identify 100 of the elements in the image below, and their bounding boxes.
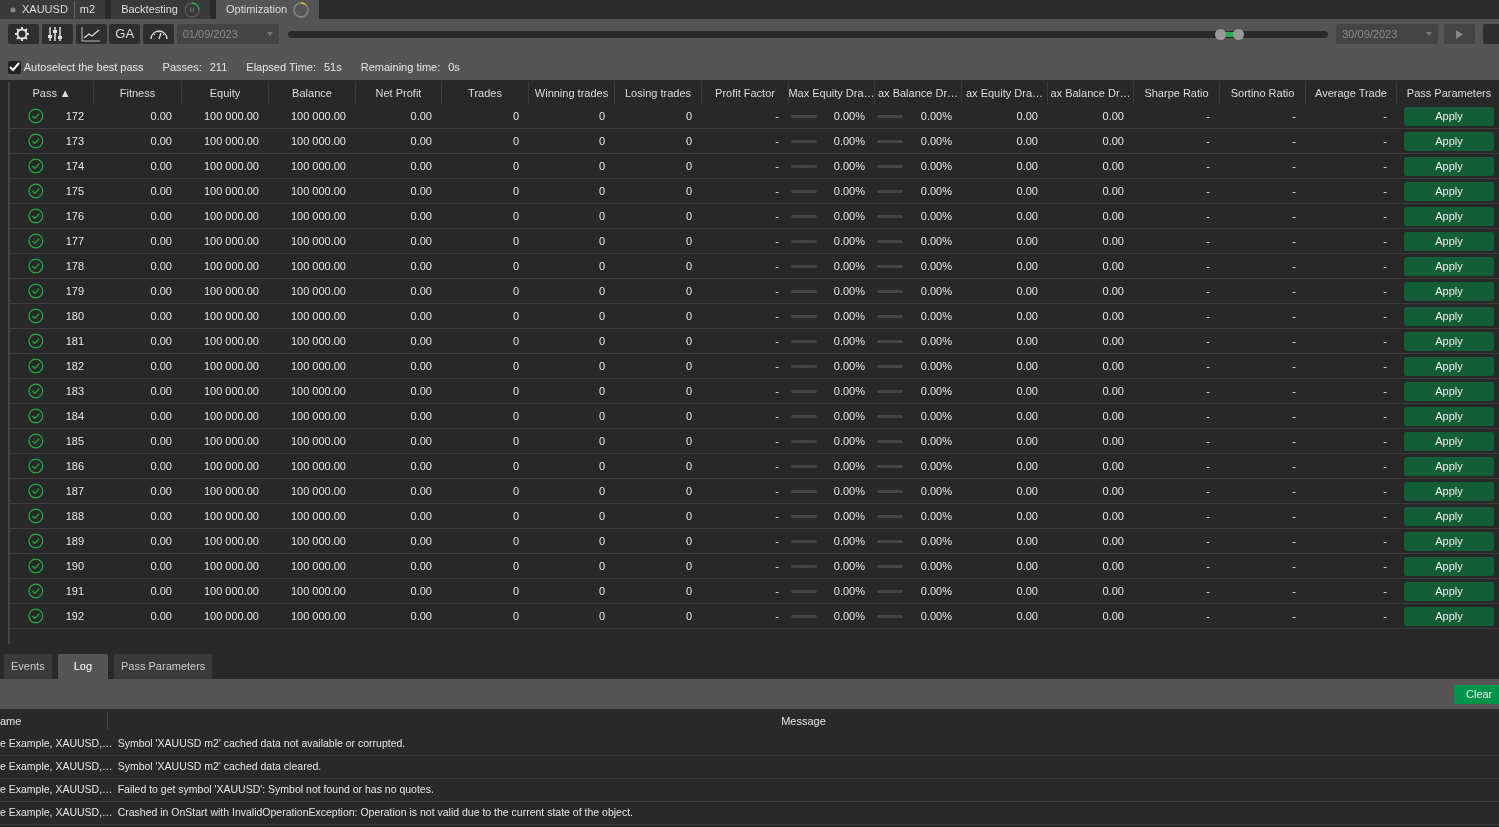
apply-button[interactable]: Apply: [1404, 281, 1494, 301]
column-header[interactable]: Message: [781, 715, 826, 727]
column-header[interactable]: ame: [0, 715, 22, 727]
apply-button[interactable]: Apply: [1404, 331, 1494, 351]
apply-button[interactable]: Apply: [1404, 206, 1494, 226]
apply-button[interactable]: Apply: [1404, 506, 1494, 526]
table-cell-text: 0.00: [1016, 158, 1038, 174]
table-cell-text: 0.00%: [833, 308, 865, 324]
apply-button[interactable]: Apply: [1404, 481, 1494, 501]
apply-button[interactable]: Apply: [1404, 406, 1494, 426]
column-header[interactable]: Equity: [182, 82, 269, 104]
column-header[interactable]: Sharpe Ratio: [1134, 82, 1220, 104]
apply-button[interactable]: Apply: [1404, 181, 1494, 201]
tab[interactable]: Pass Parameters: [114, 654, 213, 679]
table-cell-text: -: [775, 508, 779, 524]
ga-button[interactable]: GA: [109, 24, 141, 44]
table-cell-text: 0.00%: [833, 333, 865, 349]
slider-thumb[interactable]: [1233, 28, 1245, 40]
table-cell-text: -: [1206, 483, 1210, 499]
apply-button[interactable]: Apply: [1404, 531, 1494, 551]
check-circle-icon: [28, 208, 44, 224]
table-cell-text: -: [775, 608, 779, 624]
tab[interactable]: Events: [4, 654, 52, 679]
table-cell-text: 0: [685, 358, 692, 374]
slider-thumb[interactable]: [1215, 28, 1227, 40]
tab[interactable]: XAUUSD m2: [0, 0, 106, 19]
table-cell-text: 0: [598, 458, 605, 474]
table-cell-text: 0.00: [1016, 208, 1038, 224]
apply-button[interactable]: Apply: [1404, 456, 1494, 476]
table-cell-text: 0.00%: [920, 258, 952, 274]
apply-button[interactable]: Apply: [1404, 156, 1494, 176]
column-header[interactable]: Average Trade: [1306, 82, 1397, 104]
column-header[interactable]: Max Equity Dra…: [789, 82, 875, 104]
table-cell-text: 0: [685, 458, 692, 474]
table-cell-text: 178: [65, 258, 84, 274]
column-header[interactable]: Balance: [269, 82, 356, 104]
table-cell-text: -: [775, 433, 779, 449]
table-cell-text: 100 000.00: [203, 258, 259, 274]
column-header[interactable]: ax Balance Dr…: [1048, 82, 1134, 104]
sliders-button[interactable]: [41, 24, 73, 44]
table-cell-text: -: [1292, 433, 1296, 449]
apply-button[interactable]: Apply: [1404, 606, 1494, 626]
table-cell-text: 0: [685, 108, 692, 124]
table-cell-text: 173: [65, 133, 84, 149]
chart-button[interactable]: [75, 24, 107, 44]
column-header[interactable]: ax Equity Dra…: [962, 82, 1048, 104]
table-cell-text: 0.00: [1016, 533, 1038, 549]
table-cell-text: 100 000.00: [290, 458, 346, 474]
table-cell-text: 0.00%: [833, 433, 865, 449]
table-cell-text: -: [1383, 608, 1387, 624]
apply-button[interactable]: Apply: [1404, 431, 1494, 451]
table-cell-text: 0.00: [1102, 183, 1124, 199]
column-header[interactable]: Profit Factor: [702, 82, 789, 104]
tab[interactable]: Optimization: [216, 0, 320, 19]
table-cell-text: 0.00: [410, 458, 432, 474]
checkbox[interactable]: [8, 60, 21, 74]
table-cell-text: 0.00%: [833, 483, 865, 499]
range-slider[interactable]: [287, 30, 1328, 38]
apply-button[interactable]: Apply: [1404, 256, 1494, 276]
table-cell-text: 100 000.00: [203, 508, 259, 524]
apply-button[interactable]: Apply: [1404, 306, 1494, 326]
apply-button[interactable]: Apply: [1404, 231, 1494, 251]
table-cell-text: -: [1292, 133, 1296, 149]
apply-button[interactable]: Apply: [1404, 106, 1494, 126]
table-cell-text: 0.00%: [833, 258, 865, 274]
column-header[interactable]: Net Profit: [356, 82, 442, 104]
play-button[interactable]: [1443, 24, 1475, 44]
table-cell-text: 100 000.00: [203, 558, 259, 574]
table-cell-text: 0.00: [1016, 333, 1038, 349]
table-cell-text: 0: [685, 533, 692, 549]
table-cell-text: 0: [512, 583, 519, 599]
log-message: Failed to get symbol 'XAUUSD': Symbol not found or has no quotes.: [117, 782, 435, 798]
apply-button[interactable]: Apply: [1404, 356, 1494, 376]
column-header[interactable]: Pass Parameters: [1397, 82, 1499, 104]
apply-button[interactable]: Apply: [1404, 131, 1494, 151]
column-header[interactable]: Fitness: [94, 82, 182, 104]
column-header[interactable]: ax Balance Dr…: [875, 82, 962, 104]
tab[interactable]: Backtesting: [111, 0, 210, 19]
table-cell-text: -: [775, 383, 779, 399]
table-cell-text: 0.00: [1102, 508, 1124, 524]
apply-button[interactable]: Apply: [1404, 381, 1494, 401]
table-cell-text: -: [1292, 383, 1296, 399]
tab[interactable]: Log: [57, 654, 108, 679]
column-header[interactable]: Winning trades: [529, 82, 615, 104]
column-header[interactable]: Sortino Ratio: [1220, 82, 1306, 104]
table-cell-text: 100 000.00: [203, 358, 259, 374]
table-cell-text: -: [1383, 408, 1387, 424]
table-cell-text: -: [1383, 358, 1387, 374]
table-cell-text: 0.00: [1016, 558, 1038, 574]
table-cell-text: 0.00: [1102, 408, 1124, 424]
table-cell-text: -: [775, 358, 779, 374]
apply-button[interactable]: Apply: [1404, 556, 1494, 576]
table-cell-text: -: [1206, 283, 1210, 299]
gear-button[interactable]: [8, 24, 39, 44]
clear-button[interactable]: Clear: [1454, 684, 1499, 704]
column-header[interactable]: Trades: [442, 82, 529, 104]
apply-button[interactable]: Apply: [1404, 581, 1494, 601]
column-header[interactable]: Losing trades: [615, 82, 702, 104]
table-cell-text: -: [1292, 458, 1296, 474]
gauge-button[interactable]: [143, 24, 174, 44]
